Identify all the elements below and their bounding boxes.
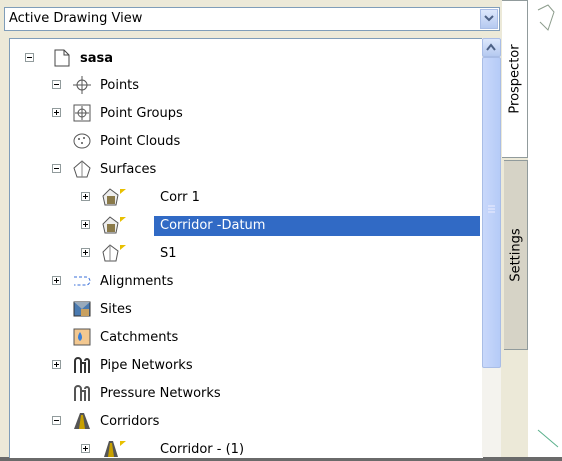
scroll-up-button[interactable] (482, 38, 501, 57)
pressure-network-icon (72, 383, 92, 403)
tree-label: Pressure Networks (100, 386, 221, 401)
prospector-panel: Active Drawing View sasa Points Point Gr… (0, 0, 528, 458)
tree-label: S1 (160, 246, 177, 261)
tree-label: Corridor - (1) (160, 442, 245, 457)
tree-node-points[interactable]: Points (10, 72, 483, 100)
tree-label: Corridor -Datum (160, 218, 266, 233)
expand-toggle[interactable] (81, 444, 90, 453)
tree-node-corridor-1[interactable]: Corridor - (1) (10, 436, 483, 458)
tree-label: Catchments (100, 330, 179, 345)
dropdown-arrow-button[interactable] (480, 9, 498, 29)
tree-label: Point Groups (100, 106, 183, 121)
tab-label: Settings (508, 228, 523, 282)
tree-node-pipe-networks[interactable]: Pipe Networks (10, 352, 483, 380)
tree-node-catchments[interactable]: Catchments (10, 324, 483, 352)
tree-label: Surfaces (100, 162, 157, 177)
tree-node-surfaces[interactable]: Surfaces (10, 156, 483, 184)
view-dropdown-value: Active Drawing View (9, 11, 143, 26)
expand-toggle[interactable] (52, 108, 61, 117)
tree-label: Sites (100, 302, 132, 317)
collapse-toggle[interactable] (52, 164, 61, 173)
tree-node-corridors[interactable]: Corridors (10, 408, 483, 436)
tree-node-point-groups[interactable]: Point Groups (10, 100, 483, 128)
collapse-toggle[interactable] (52, 416, 61, 425)
tree-label: Points (100, 78, 140, 93)
corridor-icon (102, 439, 126, 458)
tree-scrollbar[interactable] (482, 38, 501, 457)
drawing-canvas-edge (528, 0, 562, 457)
point-clouds-icon (72, 131, 92, 151)
document-icon (52, 48, 72, 68)
points-bullet (52, 80, 61, 89)
sites-icon (72, 299, 92, 319)
tab-settings[interactable]: Settings (504, 160, 528, 350)
alignment-icon (72, 271, 92, 291)
tree-root-label: sasa (80, 51, 114, 66)
tab-prospector[interactable]: Prospector (502, 0, 528, 158)
tree-node-point-clouds[interactable]: Point Clouds (10, 128, 483, 156)
expand-toggle[interactable] (81, 192, 90, 201)
prospector-tree: sasa Points Point Groups Point Clouds Su… (9, 38, 483, 458)
view-dropdown[interactable]: Active Drawing View (4, 7, 500, 31)
tree-node-root[interactable]: sasa (10, 45, 483, 73)
expand-toggle[interactable] (52, 276, 61, 285)
catchment-icon (72, 327, 92, 347)
tab-label: Prospector (507, 44, 522, 114)
tree-node-alignments[interactable]: Alignments (10, 268, 483, 296)
chevron-up-icon (486, 43, 496, 51)
tree-node-sites[interactable]: Sites (10, 296, 483, 324)
expand-toggle[interactable] (81, 248, 90, 257)
scrollbar-thumb[interactable] (482, 57, 501, 368)
points-icon (72, 75, 92, 95)
corridor-icon (72, 411, 92, 431)
tree-node-s1[interactable]: S1 (10, 240, 483, 268)
tree-node-pressure-networks[interactable]: Pressure Networks (10, 380, 483, 408)
tree-label: Pipe Networks (100, 358, 193, 373)
surface-icon (102, 215, 126, 235)
chevron-down-icon (484, 15, 494, 22)
tree-node-corr-1[interactable]: Corr 1 (10, 184, 483, 212)
tree-label: Corridors (100, 414, 160, 429)
tree-label: Corr 1 (160, 190, 200, 205)
surface-icon (102, 187, 126, 207)
collapse-toggle[interactable] (25, 53, 34, 62)
tree-label: Point Clouds (100, 134, 181, 149)
expand-toggle[interactable] (52, 360, 61, 369)
pipe-network-icon (72, 355, 92, 375)
tree-label: Alignments (100, 274, 174, 289)
surface-icon (102, 243, 126, 263)
surface-icon (72, 159, 92, 179)
point-groups-icon (72, 103, 92, 123)
expand-toggle[interactable] (81, 220, 90, 229)
tree-node-corridor-datum[interactable]: Corridor -Datum (10, 212, 483, 240)
